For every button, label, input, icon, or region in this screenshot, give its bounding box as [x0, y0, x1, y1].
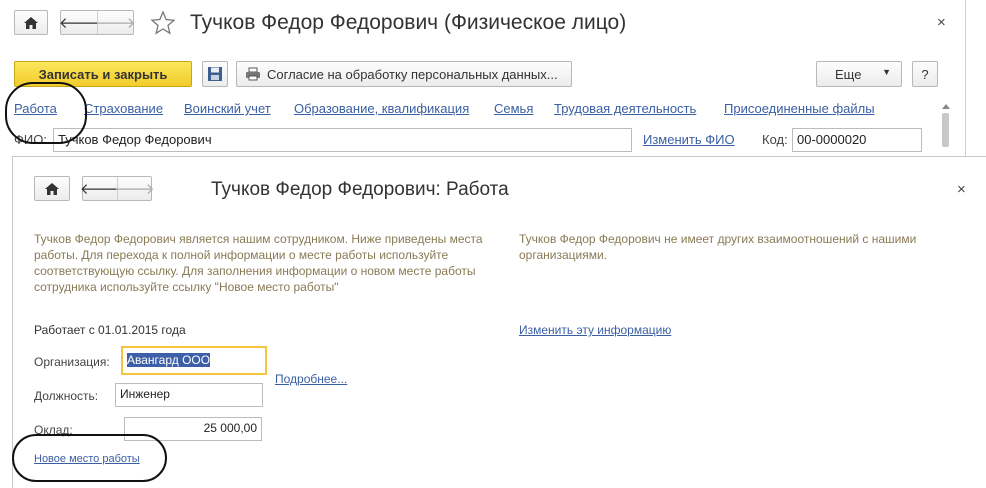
- consent-button[interactable]: Согласие на обработку персональных данны…: [236, 61, 572, 87]
- forward-button[interactable]: 🡒: [114, 177, 155, 200]
- scroll-up-icon: [942, 104, 950, 109]
- info-text-right: Тучков Федор Федорович не имеет других в…: [519, 232, 917, 262]
- more-label: Еще: [835, 66, 862, 82]
- arrow-right-icon: 🡒: [114, 181, 155, 198]
- save-button[interactable]: [202, 61, 228, 87]
- floppy-icon: [208, 67, 222, 81]
- code-field[interactable]: 00-0000020: [792, 128, 922, 152]
- tab-education[interactable]: Образование, квалификация: [294, 101, 469, 116]
- fio-label: ФИО:: [14, 132, 47, 147]
- salary-field[interactable]: 25 000,00: [124, 417, 262, 441]
- home-icon: [45, 182, 59, 195]
- forward-button[interactable]: 🡒: [95, 11, 136, 34]
- work-window: 🡐 🡒 Тучков Федор Федорович: Работа × Туч…: [12, 156, 986, 488]
- position-label: Должность:: [34, 389, 99, 403]
- tab-work[interactable]: Работа: [14, 101, 57, 116]
- save-and-close-button[interactable]: Записать и закрыть: [14, 61, 192, 87]
- tab-employment[interactable]: Трудовая деятельность: [554, 101, 696, 116]
- new-workplace-link[interactable]: Новое место работы: [34, 453, 140, 465]
- home-button[interactable]: [14, 10, 48, 35]
- dropdown-triangle-icon: ▼: [882, 67, 891, 77]
- tab-family[interactable]: Семья: [494, 101, 533, 116]
- back-button[interactable]: 🡐: [58, 11, 100, 34]
- close-icon[interactable]: ×: [937, 14, 946, 31]
- tab-insurance[interactable]: Страхование: [84, 101, 163, 116]
- home-button[interactable]: [34, 176, 70, 201]
- change-info-link[interactable]: Изменить эту информацию: [519, 323, 671, 337]
- arrow-left-icon: 🡐: [58, 15, 100, 32]
- window-title: Тучков Федор Федорович (Физическое лицо): [190, 11, 627, 34]
- info-text-left: Тучков Федор Федорович является нашим со…: [34, 232, 483, 294]
- home-icon: [24, 16, 38, 29]
- code-label: Код:: [762, 132, 788, 147]
- scrollbar[interactable]: [942, 104, 950, 160]
- change-fio-link[interactable]: Изменить ФИО: [643, 132, 735, 147]
- back-button[interactable]: 🡐: [80, 177, 120, 200]
- scroll-thumb[interactable]: [942, 113, 949, 147]
- back-window: 🡐 🡒 Тучков Федор Федорович (Физическое л…: [0, 0, 966, 160]
- star-icon[interactable]: [150, 10, 176, 36]
- org-label: Организация:: [34, 355, 110, 369]
- org-value: Авангард ООО: [127, 353, 211, 367]
- printer-icon: [246, 67, 260, 81]
- window-title: Тучков Федор Федорович: Работа: [211, 179, 509, 200]
- details-link[interactable]: Подробнее...: [275, 372, 347, 386]
- close-icon[interactable]: ×: [957, 181, 966, 198]
- salary-label: Оклад:: [34, 423, 73, 437]
- more-button[interactable]: Еще ▼: [816, 61, 902, 87]
- org-field[interactable]: Авангард ООО: [121, 346, 267, 375]
- consent-label: Согласие на обработку персональных данны…: [267, 66, 558, 82]
- fio-field[interactable]: Тучков Федор Федорович: [53, 128, 632, 152]
- history-nav: 🡐 🡒: [80, 176, 155, 201]
- tab-military[interactable]: Воинский учет: [184, 101, 271, 116]
- help-button[interactable]: ?: [912, 61, 938, 87]
- arrow-right-icon: 🡒: [95, 15, 136, 32]
- tab-files[interactable]: Присоединенные файлы: [724, 101, 875, 116]
- works-since-text: Работает с 01.01.2015 года: [34, 323, 186, 337]
- position-field[interactable]: Инженер: [115, 383, 263, 407]
- history-nav: 🡐 🡒: [58, 10, 136, 35]
